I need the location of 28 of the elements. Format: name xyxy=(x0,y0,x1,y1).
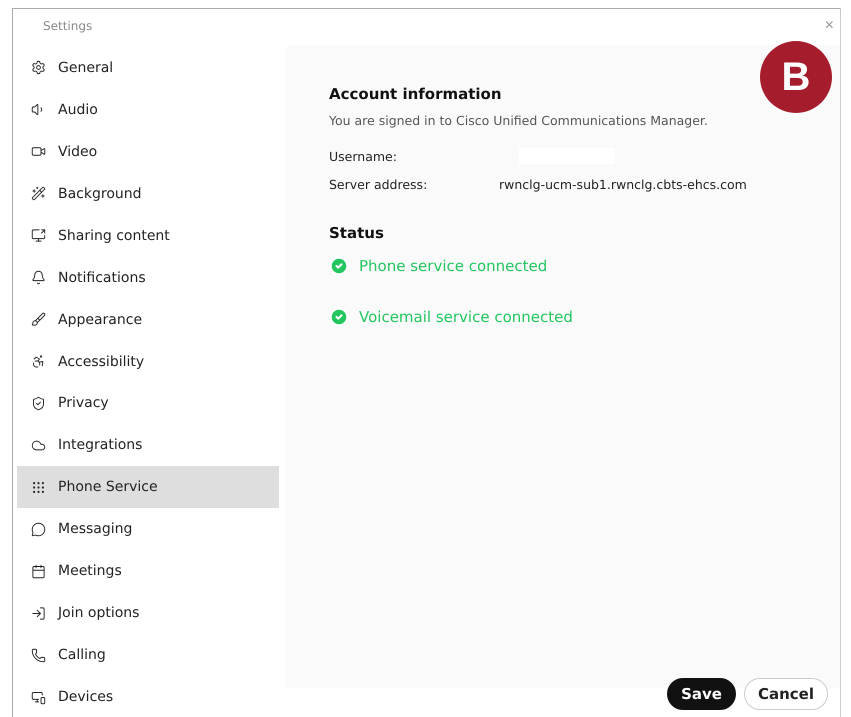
sidebar-item[interactable]: Notifications xyxy=(17,256,279,299)
letter-badge: B xyxy=(760,41,832,113)
sidebar-item[interactable]: General xyxy=(17,47,279,89)
field-label: Username: xyxy=(329,148,398,164)
cancel-button[interactable]: Cancel xyxy=(744,678,828,710)
status-text: Phone service connected xyxy=(359,256,548,274)
status-text: Voicemail service connected xyxy=(359,308,573,326)
field-value: rwnclg-ucm-sub1.rwnclg.cbts-ehcs.com xyxy=(499,176,747,192)
sidebar-item[interactable]: Accessibility xyxy=(17,340,279,382)
sidebar-item[interactable]: Messaging xyxy=(17,508,279,550)
field-label: Server address: xyxy=(329,176,428,192)
sidebar-item[interactable]: Sharing content xyxy=(17,214,279,257)
sidebar-item[interactable]: Calling xyxy=(17,634,279,676)
sidebar-item[interactable]: Privacy xyxy=(17,382,279,424)
section-heading: Account information xyxy=(329,85,503,103)
account-description: You are signed in to Cisco Unified Communications Manager. xyxy=(329,113,709,128)
sidebar-item[interactable]: Video xyxy=(17,130,279,173)
section-heading: Status xyxy=(329,224,385,242)
sidebar-item[interactable]: Appearance xyxy=(17,298,279,341)
window-title: Settings xyxy=(43,19,92,33)
save-button[interactable]: Save xyxy=(667,678,736,710)
sidebar-item[interactable]: Meetings xyxy=(17,550,279,592)
sidebar-item[interactable]: Join options xyxy=(17,592,279,634)
sidebar-item[interactable]: Devices xyxy=(17,676,279,717)
sidebar-item[interactable]: Audio xyxy=(17,88,279,131)
sidebar-item[interactable]: Background xyxy=(17,172,279,215)
sidebar-item[interactable]: Integrations xyxy=(17,424,279,466)
sidebar-item[interactable]: Phone Service xyxy=(17,466,279,508)
